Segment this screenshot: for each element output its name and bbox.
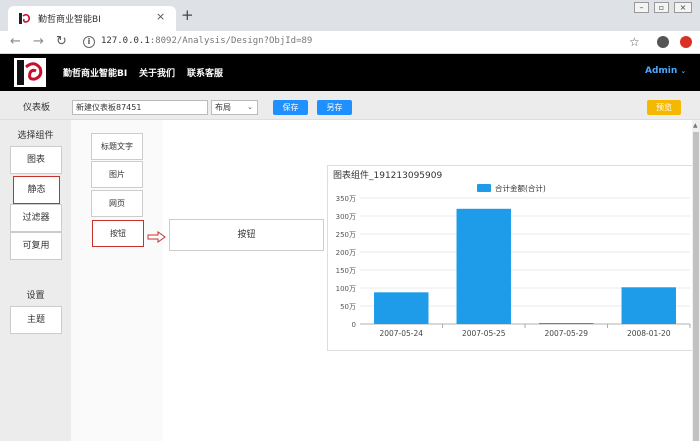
user-name: Admin [645,66,678,76]
profile-icon[interactable] [657,36,669,48]
sidebar-item-filter[interactable]: 过滤器 [10,204,62,232]
sidebar-item-reusable[interactable]: 可复用 [10,232,62,260]
component-webpage[interactable]: 网页 [91,190,143,217]
static-component-list: 标题文字 图片 网页 按钮 [71,120,163,441]
new-tab-button[interactable]: + [181,6,194,24]
x-tick-label: 2007-05-24 [379,329,423,338]
brand-logo-icon [14,58,46,87]
maximize-icon[interactable]: ▫ [654,2,669,13]
y-tick-label: 0 [352,321,356,329]
nav-about-link[interactable]: 关于我们 [139,66,175,79]
reload-icon[interactable]: ↻ [56,34,67,49]
settings-title: 设置 [26,291,45,301]
address-bar[interactable]: 127.0.0.1:8092/Analysis/Design?ObjId=89 [101,36,312,46]
user-menu[interactable]: Admin ⌄ [645,66,686,76]
y-tick-label: 250万 [336,231,356,239]
layout-select[interactable]: 布局 ⌄ [211,100,258,115]
y-tick-label: 300万 [336,213,356,221]
save-as-button[interactable]: 另存 [317,100,352,115]
bar-2007-05-25[interactable] [456,208,511,324]
component-category-sidebar: 选择组件 图表 静态 过滤器 可复用 设置 主题 [0,120,71,441]
app-header: 勤哲商业智能BI 关于我们 联系客服 Admin ⌄ [0,54,700,91]
nav-support-link[interactable]: 联系客服 [187,66,223,79]
select-component-title: 选择组件 [17,131,54,141]
brand-name: 勤哲商业智能BI [63,69,128,79]
chevron-down-icon: ⌄ [247,103,253,111]
dashboard-toolbar: 仪表板 布局 ⌄ 保存 另存 预览 [0,91,700,120]
browser-tabstrip: 勤哲商业智能BI × + – ▫ × [0,0,700,31]
scroll-thumb[interactable] [693,132,699,441]
window-close-icon[interactable]: × [674,2,692,13]
update-icon[interactable] [680,36,692,48]
chart-panel[interactable]: 图表组件_191213095909 合计金额(合计) 0 50万 100万 150万 2… [327,165,694,351]
y-tick-label: 200万 [336,249,356,257]
x-tick-label: 2007-05-29 [544,329,588,338]
bar-2008-01-20[interactable] [621,287,676,324]
legend-label: 合计金额(合计) [495,183,546,193]
tab-title: 勤哲商业智能BI [38,15,101,25]
url-path: :8092/Analysis/Design?ObjId=89 [149,36,313,46]
url-host: 127.0.0.1 [101,36,150,46]
x-tick-label: 2007-05-25 [462,329,506,338]
theme-button[interactable]: 主题 [10,306,62,334]
sidebar-item-chart[interactable]: 图表 [10,146,62,174]
browser-tab[interactable]: 勤哲商业智能BI × [8,6,176,31]
arrow-right-icon [147,231,166,243]
app-favicon-icon [18,12,31,25]
component-title-text[interactable]: 标题文字 [91,133,143,160]
component-button[interactable]: 按钮 [92,220,144,247]
save-button[interactable]: 保存 [273,100,308,115]
bar-chart: 合计金额(合计) 0 50万 100万 150万 200万 250万 300万 350万 20… [336,183,691,338]
canvas-scrollbar[interactable]: ▲ [692,120,700,441]
y-tick-label: 350万 [336,195,356,203]
preview-button[interactable]: 预览 [647,100,681,115]
bookmark-star-icon[interactable]: ☆ [629,35,640,49]
dashboard-label: 仪表板 [23,103,51,113]
tab-close-icon[interactable]: × [156,10,165,23]
minimize-icon[interactable]: – [634,2,649,13]
back-arrow-icon[interactable]: ← [10,34,21,49]
sidebar-item-static[interactable]: 静态 [13,176,60,204]
y-tick-label: 100万 [336,285,356,293]
bar-2007-05-29[interactable] [539,323,594,324]
site-info-icon[interactable]: i [83,36,95,48]
bar-2007-05-24[interactable] [374,292,429,324]
y-tick-label: 150万 [336,267,356,275]
scroll-up-icon[interactable]: ▲ [693,122,698,129]
dashboard-name-input[interactable] [72,100,208,115]
legend-swatch [477,184,491,192]
x-tick-label: 2008-01-20 [627,329,671,338]
layout-select-value: 布局 [215,103,231,112]
forward-arrow-icon[interactable]: → [33,34,44,49]
component-image[interactable]: 图片 [91,161,143,188]
browser-toolbar: ← → ↻ i 127.0.0.1:8092/Analysis/Design?O… [0,31,700,54]
chevron-down-icon: ⌄ [680,67,687,75]
button-widget[interactable]: 按钮 [169,219,324,251]
y-tick-label: 50万 [340,303,356,311]
